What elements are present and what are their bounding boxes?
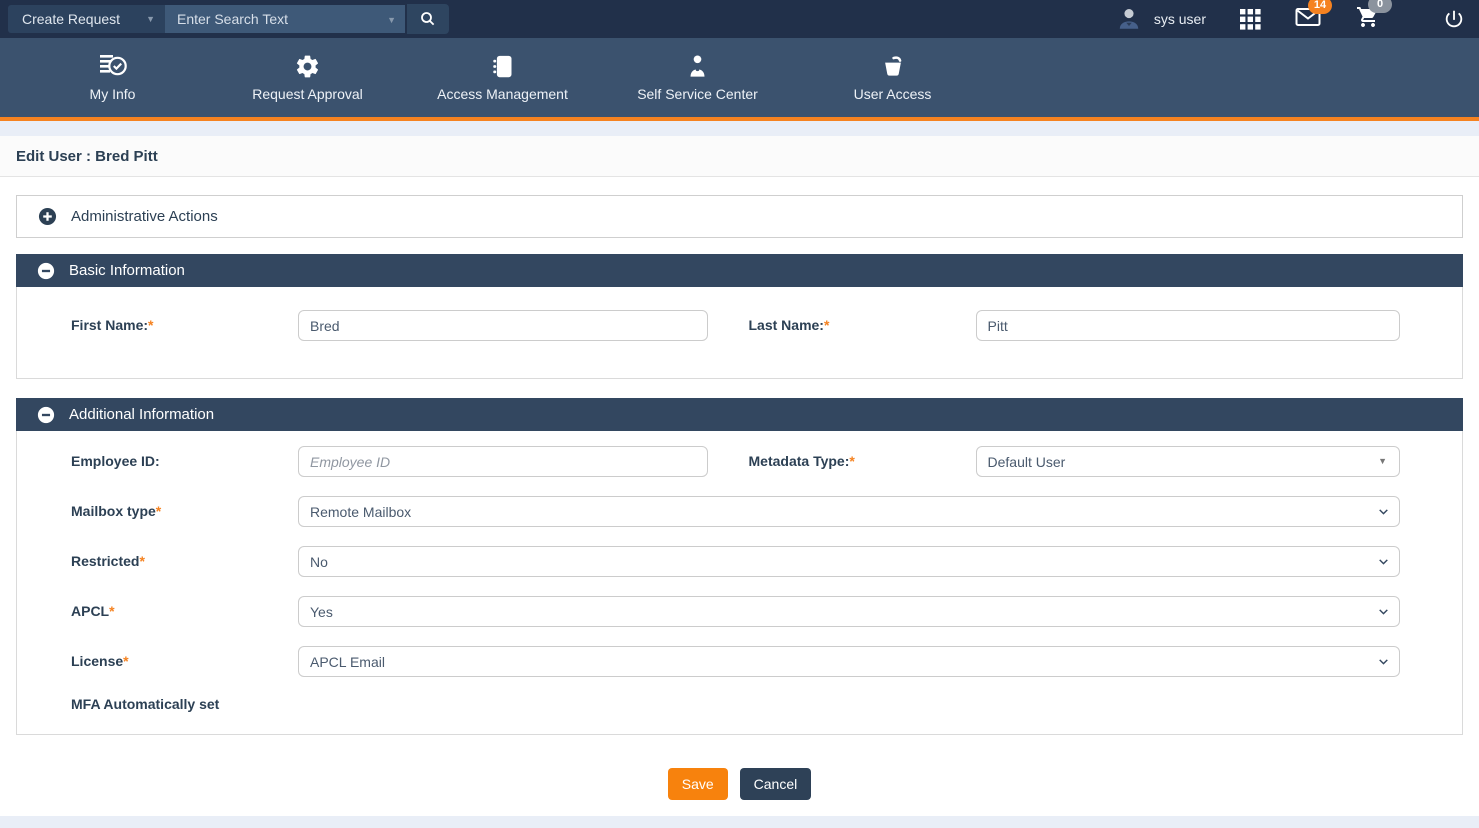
main-content: Edit User : Bred Pitt Administrative Act…	[0, 136, 1479, 816]
nav-label: User Access	[854, 86, 932, 102]
gear-icon	[294, 53, 321, 80]
search-button[interactable]	[407, 4, 449, 34]
save-button[interactable]: Save	[668, 768, 728, 800]
restricted-select[interactable]: No	[298, 546, 1400, 577]
chevron-down-icon: ▼	[146, 14, 155, 24]
basic-information-title: Basic Information	[69, 262, 185, 279]
additional-information-section: Additional Information Employee ID: Meta…	[16, 398, 1463, 735]
create-request-label: Create Request	[22, 11, 120, 27]
nav-item-my-info[interactable]: My Info	[15, 53, 210, 102]
chevron-down-icon[interactable]: ▼	[387, 15, 396, 25]
power-icon	[1443, 8, 1465, 30]
apps-grid-icon[interactable]	[1240, 9, 1261, 30]
apcl-select[interactable]: Yes	[298, 596, 1400, 627]
nav-label: Request Approval	[252, 86, 363, 102]
employee-id-input[interactable]	[298, 446, 708, 477]
employee-id-label: Employee ID:	[71, 446, 298, 469]
mail-badge: 14	[1308, 0, 1332, 14]
logout-button[interactable]	[1443, 8, 1465, 30]
metadata-type-select[interactable]: Default User ▼	[976, 446, 1401, 477]
search-box: ▼	[165, 5, 405, 33]
nav-label: Self Service Center	[637, 86, 758, 102]
mailbox-type-value: Remote Mailbox	[310, 504, 411, 520]
cancel-button[interactable]: Cancel	[740, 768, 812, 800]
user-menu[interactable]: sys user	[1116, 6, 1206, 32]
nav-label: My Info	[90, 86, 136, 102]
restricted-value: No	[310, 554, 328, 570]
metadata-type-label: Metadata Type:*	[749, 446, 976, 469]
license-label: License*	[71, 646, 298, 677]
create-request-button[interactable]: Create Request ▼	[8, 5, 165, 33]
plus-circle-icon	[38, 207, 57, 226]
last-name-input[interactable]	[976, 310, 1401, 341]
person-icon	[684, 53, 711, 80]
mfa-automatically-set-label: MFA Automatically set	[71, 696, 1400, 712]
apcl-value: Yes	[310, 604, 333, 620]
address-book-icon	[489, 53, 516, 80]
basic-information-header[interactable]: Basic Information	[16, 254, 1463, 287]
page-title: Edit User : Bred Pitt	[0, 136, 1479, 177]
restricted-label: Restricted*	[71, 546, 298, 577]
apcl-label: APCL*	[71, 596, 298, 627]
top-bar: Create Request ▼ ▼ sys user	[0, 0, 1479, 38]
cart-button[interactable]: 0	[1355, 5, 1381, 34]
cart-badge: 0	[1368, 0, 1392, 13]
main-nav: My Info Request Approval Access Manageme…	[0, 38, 1479, 121]
metadata-type-value: Default User	[988, 454, 1066, 470]
my-info-checklist-icon	[98, 53, 128, 80]
nav-item-self-service-center[interactable]: Self Service Center	[600, 53, 795, 102]
license-value: APCL Email	[310, 654, 385, 670]
nav-item-user-access[interactable]: User Access	[795, 53, 990, 102]
first-name-input[interactable]	[298, 310, 708, 341]
mailbox-type-label: Mailbox type*	[71, 496, 298, 527]
select-chevron-icon	[1377, 555, 1390, 568]
first-name-label: First Name:*	[71, 310, 298, 333]
mailbox-type-select[interactable]: Remote Mailbox	[298, 496, 1400, 527]
basket-icon	[879, 53, 907, 80]
select-chevron-icon	[1377, 605, 1390, 618]
license-select[interactable]: APCL Email	[298, 646, 1400, 677]
admin-actions-title: Administrative Actions	[71, 208, 218, 225]
additional-information-title: Additional Information	[69, 406, 214, 423]
mail-button[interactable]: 14	[1295, 6, 1321, 33]
minus-circle-icon	[37, 262, 55, 280]
search-icon	[419, 10, 437, 28]
chevron-down-icon: ▼	[1378, 456, 1387, 466]
search-input[interactable]	[165, 5, 405, 33]
avatar-icon	[1116, 6, 1142, 32]
nav-item-access-management[interactable]: Access Management	[405, 53, 600, 102]
basic-information-section: Basic Information First Name:* Last Name…	[16, 254, 1463, 379]
nav-item-request-approval[interactable]: Request Approval	[210, 53, 405, 102]
additional-information-header[interactable]: Additional Information	[16, 398, 1463, 431]
select-chevron-icon	[1377, 505, 1390, 518]
admin-actions-panel[interactable]: Administrative Actions	[16, 195, 1463, 238]
last-name-label: Last Name:*	[749, 310, 976, 333]
nav-label: Access Management	[437, 86, 568, 102]
username: sys user	[1154, 11, 1206, 27]
minus-circle-icon	[37, 406, 55, 424]
select-chevron-icon	[1377, 655, 1390, 668]
